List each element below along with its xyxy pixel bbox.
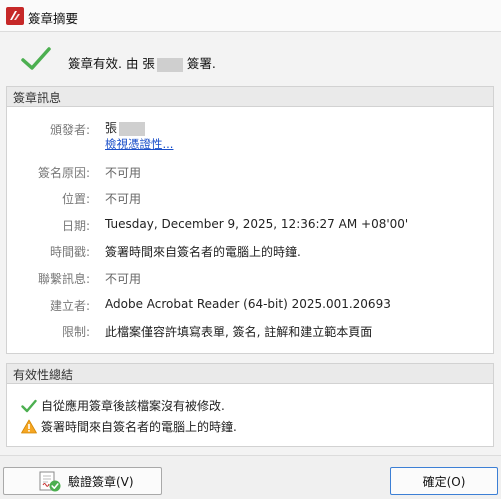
app-logo-icon — [6, 7, 24, 25]
timestamp-warning-item: 簽署時間來自簽名者的電腦上的時鐘. — [21, 418, 237, 435]
redacted-name — [156, 57, 183, 72]
contact-label: 聯繫訊息: — [37, 272, 90, 286]
restrictions-label: 限制: — [61, 325, 90, 339]
unmodified-text: 自從應用簽章後該檔案沒有被修改. — [41, 399, 225, 413]
reason-value: 不可用 — [105, 166, 142, 180]
contact-value: 不可用 — [105, 272, 142, 286]
status-suffix: 簽署. — [186, 56, 216, 71]
location-label: 位置: — [61, 192, 90, 206]
creator-label: 建立者: — [49, 299, 90, 313]
reason-label: 簽名原因: — [37, 166, 90, 180]
green-check-icon — [21, 399, 37, 412]
title-bar: 簽章摘要 — [0, 0, 501, 32]
dialog-footer: 驗證簽章(V) 確定(O) — [0, 455, 501, 499]
signature-info-panel: 頒發者: 張 檢視憑證性... 簽名原因: 不可用 位置: 不可用 日期: Tu… — [6, 106, 494, 354]
validity-summary-header: 有效性總結 — [6, 363, 494, 383]
unmodified-item: 自從應用簽章後該檔案沒有被修改. — [21, 397, 225, 414]
verify-signature-label: 驗證簽章(V) — [68, 474, 134, 489]
status-message: 簽章有效. 由 張 簽署. — [68, 53, 216, 72]
timestamp-warning-text: 簽署時間來自簽名者的電腦上的時鐘. — [41, 420, 237, 434]
restrictions-value: 此檔案僅容許填寫表單, 簽名, 註解和建立範本頁面 — [105, 325, 373, 339]
date-value: Tuesday, December 9, 2025, 12:36:27 AM +… — [105, 217, 409, 231]
ok-label: 確定(O) — [422, 474, 466, 489]
date-label: 日期: — [61, 219, 90, 233]
view-certificate-link[interactable]: 檢視憑證性... — [105, 136, 173, 152]
location-value: 不可用 — [105, 192, 142, 206]
verify-signature-button[interactable]: 驗證簽章(V) — [3, 467, 162, 495]
timestamp-label: 時間戳: — [49, 245, 90, 259]
validity-summary-panel: 自從應用簽章後該檔案沒有被修改. 簽署時間來自簽名者的電腦上的時鐘. — [6, 383, 494, 447]
issuer-label: 頒發者: — [49, 123, 90, 137]
redacted-issuer — [119, 121, 146, 136]
valid-check-icon — [21, 47, 51, 70]
signature-status: 簽章有效. 由 張 簽署. — [0, 40, 501, 80]
timestamp-value: 簽署時間來自簽名者的電腦上的時鐘. — [105, 245, 301, 259]
ok-button[interactable]: 確定(O) — [390, 467, 498, 495]
status-prefix: 簽章有效. 由 張 — [68, 56, 155, 71]
window-title: 簽章摘要 — [28, 11, 79, 26]
issuer-value: 張 — [105, 119, 146, 136]
verify-signature-icon — [39, 471, 61, 492]
warning-icon — [21, 419, 37, 434]
signature-info-header: 簽章訊息 — [6, 86, 494, 106]
creator-value: Adobe Acrobat Reader (64-bit) 2025.001.2… — [105, 297, 391, 311]
